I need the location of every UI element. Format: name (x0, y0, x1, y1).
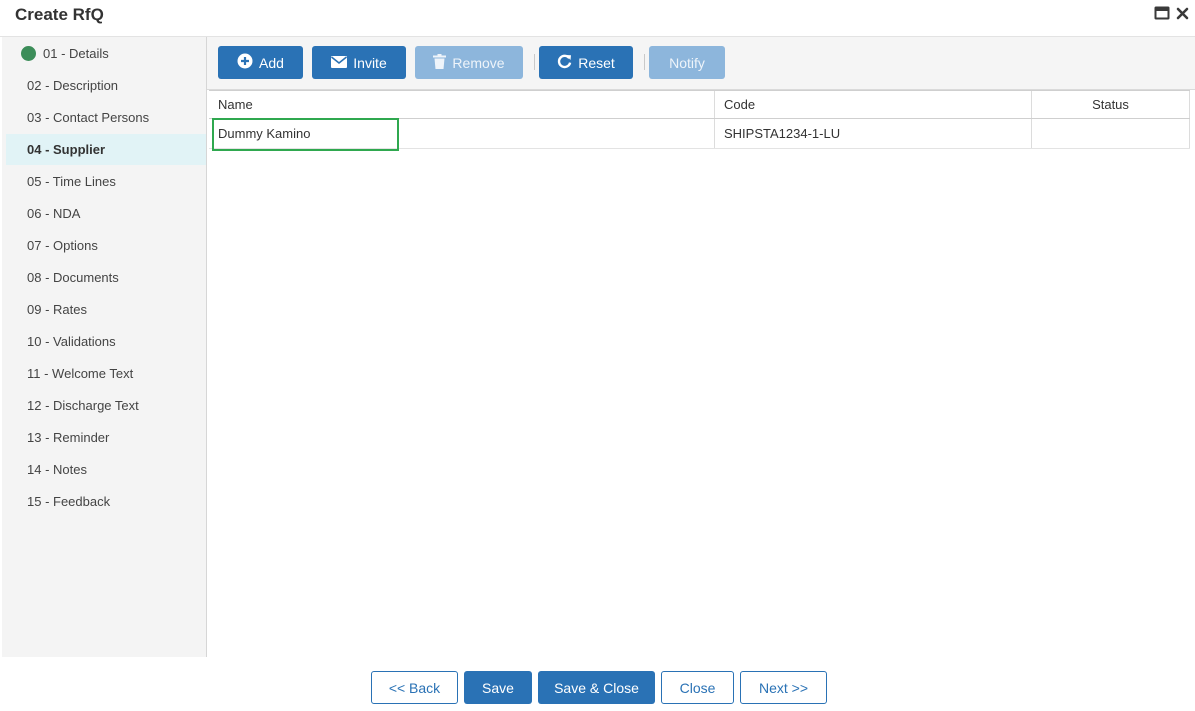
sidebar-item-description[interactable]: 02 - Description (6, 70, 206, 101)
supplier-panel: Add Invite Remove Reset Notify Name Code… (207, 37, 1195, 657)
sidebar-item-label: 08 - Documents (27, 270, 119, 285)
sidebar-item-label: 11 - Welcome Text (27, 366, 134, 381)
sidebar-item-label: 01 - Details (43, 46, 109, 61)
sidebar-item-documents[interactable]: 08 - Documents (6, 262, 206, 293)
close-icon[interactable] (1176, 7, 1189, 20)
toolbar-divider (534, 54, 535, 70)
sidebar-item-notes[interactable]: 14 - Notes (6, 454, 206, 485)
sidebar-item-rates[interactable]: 09 - Rates (6, 294, 206, 325)
sidebar-item-label: 13 - Reminder (27, 430, 110, 445)
cell-code: SHIPSTA1234-1-LU (714, 119, 1031, 148)
sidebar-item-label: 05 - Time Lines (27, 174, 116, 189)
column-header-code[interactable]: Code (714, 91, 1031, 118)
notify-button-label: Notify (669, 54, 705, 71)
invite-button-label: Invite (353, 54, 387, 71)
next-button[interactable]: Next >> (740, 671, 827, 704)
invite-button[interactable]: Invite (312, 46, 406, 79)
sidebar-item-feedback[interactable]: 15 - Feedback (6, 486, 206, 517)
back-button[interactable]: << Back (371, 671, 458, 704)
sidebar-item-nda[interactable]: 06 - NDA (6, 198, 206, 229)
column-header-name[interactable]: Name (209, 91, 714, 118)
sidebar-item-label: 03 - Contact Persons (27, 110, 150, 125)
sidebar-item-reminder[interactable]: 13 - Reminder (6, 422, 206, 453)
supplier-toolbar: Add Invite Remove Reset Notify (207, 37, 1195, 90)
table-header: Name Code Status (209, 90, 1190, 119)
cell-name: Dummy Kamino (218, 126, 311, 141)
sidebar-item-label: 06 - NDA (27, 206, 81, 221)
reset-button-label: Reset (578, 54, 615, 71)
sidebar-item-label: 04 - Supplier (27, 142, 106, 157)
cell-status (1031, 119, 1190, 148)
sidebar-item-contact-persons[interactable]: 03 - Contact Persons (6, 102, 206, 133)
window-controls (1154, 6, 1189, 20)
notify-button[interactable]: Notify (649, 46, 725, 79)
sidebar-item-label: 14 - Notes (27, 462, 87, 477)
remove-button[interactable]: Remove (415, 46, 523, 79)
toolbar-divider (644, 54, 645, 70)
add-button[interactable]: Add (218, 46, 303, 79)
sidebar-item-label: 09 - Rates (27, 302, 87, 317)
window-restore-icon[interactable] (1154, 6, 1170, 20)
sidebar-item-validations[interactable]: 10 - Validations (6, 326, 206, 357)
sidebar-item-welcome-text[interactable]: 11 - Welcome Text (6, 358, 206, 389)
redo-icon (557, 54, 572, 72)
complete-status-icon (21, 46, 36, 61)
add-button-label: Add (259, 54, 284, 71)
sidebar-item-label: 12 - Discharge Text (27, 398, 139, 413)
dialog-title: Create RfQ (15, 5, 104, 24)
sidebar-item-details[interactable]: 01 - Details (6, 38, 206, 69)
sidebar-item-label: 02 - Description (27, 78, 119, 93)
steps-sidebar: 01 - Details 02 - Description 03 - Conta… (2, 37, 207, 657)
remove-button-label: Remove (452, 54, 505, 71)
sidebar-item-label: 10 - Validations (27, 334, 116, 349)
table-row[interactable]: Dummy Kamino SHIPSTA1234-1-LU (209, 119, 1190, 149)
sidebar-item-supplier[interactable]: 04 - Supplier (6, 134, 206, 165)
sidebar-item-label: 07 - Options (27, 238, 98, 253)
sidebar-item-label: 15 - Feedback (27, 494, 111, 509)
supplier-table: Name Code Status Dummy Kamino SHIPSTA123… (209, 90, 1190, 151)
column-header-status[interactable]: Status (1031, 91, 1190, 118)
sidebar-item-options[interactable]: 07 - Options (6, 230, 206, 261)
sidebar-item-time-lines[interactable]: 05 - Time Lines (6, 166, 206, 197)
reset-button[interactable]: Reset (539, 46, 633, 79)
trash-icon (433, 53, 447, 72)
save-and-close-button[interactable]: Save & Close (538, 671, 655, 704)
dialog-footer: << Back Save Save & Close Close Next >> (0, 657, 1195, 711)
plus-circle-icon (237, 53, 253, 72)
envelope-icon (331, 55, 348, 71)
save-button[interactable]: Save (464, 671, 532, 704)
sidebar-item-discharge-text[interactable]: 12 - Discharge Text (6, 390, 206, 421)
close-button[interactable]: Close (661, 671, 734, 704)
dialog-titlebar: Create RfQ (0, 0, 1195, 37)
